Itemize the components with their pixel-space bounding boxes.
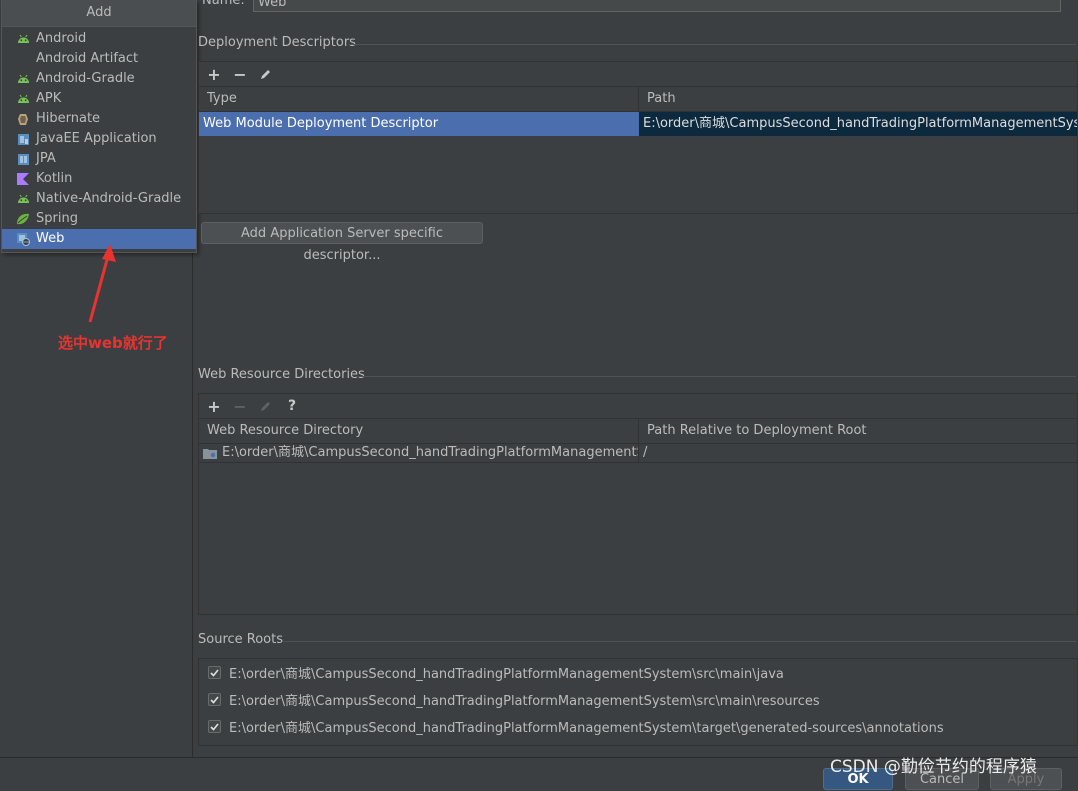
folder-icon <box>203 448 217 459</box>
source-root-item[interactable]: E:\order\商城\CampusSecond_handTradingPlat… <box>199 713 1077 740</box>
section-title-source-roots: Source Roots <box>198 632 284 647</box>
checkbox-checked-icon[interactable] <box>208 693 221 706</box>
source-root-path: E:\order\商城\CampusSecond_handTradingPlat… <box>229 667 784 682</box>
menu-item-hibernate[interactable]: Hibernate <box>2 109 196 129</box>
web-resource-table-header: Web Resource Directory Path Relative to … <box>199 418 1077 444</box>
menu-item-label: Kotlin <box>36 171 73 186</box>
watermark-text: CSDN @勤俭节约的程序猿 <box>830 757 1037 777</box>
remove-icon[interactable]: − <box>231 65 249 84</box>
column-header-type[interactable]: Type <box>199 87 639 111</box>
source-root-path: E:\order\商城\CampusSecond_handTradingPlat… <box>229 694 820 709</box>
menu-item-label: Web <box>36 231 65 246</box>
add-icon[interactable]: + <box>205 65 223 84</box>
spring-icon <box>16 212 30 226</box>
kotlin-icon <box>16 172 30 186</box>
menu-item-label: JPA <box>36 151 56 166</box>
menu-item-android[interactable]: Android <box>2 29 196 49</box>
android-icon <box>16 72 30 86</box>
menu-item-spring[interactable]: Spring <box>2 209 196 229</box>
descriptor-path-cell: E:\order\商城\CampusSecond_handTradingPlat… <box>639 112 1077 136</box>
edit-icon[interactable] <box>257 397 275 415</box>
android-icon <box>16 192 30 206</box>
web-resource-panel: + − ? Web Resource Directory Path Relati… <box>198 393 1078 615</box>
column-header-path[interactable]: Path <box>639 87 1077 111</box>
source-root-item[interactable]: E:\order\商城\CampusSecond_handTradingPlat… <box>199 659 1077 686</box>
table-row[interactable]: Web Module Deployment Descriptor E:\orde… <box>199 112 1077 136</box>
menu-item-native-android-gradle[interactable]: Native-Android-Gradle <box>2 189 196 209</box>
menu-item-label: Native-Android-Gradle <box>36 191 182 206</box>
menu-item-javaee-application[interactable]: JavaEE Application <box>2 129 196 149</box>
name-label: Name: <box>202 0 245 8</box>
checkbox-checked-icon[interactable] <box>208 720 221 733</box>
relative-path-cell: / <box>643 445 648 460</box>
column-header-path-relative[interactable]: Path Relative to Deployment Root <box>639 419 1077 443</box>
menu-item-label: Hibernate <box>36 111 101 126</box>
web-icon <box>16 232 30 246</box>
android-icon <box>16 32 30 46</box>
section-title-web-resource-directories: Web Resource Directories <box>198 367 365 382</box>
remove-icon[interactable]: − <box>231 397 249 416</box>
help-icon[interactable]: ? <box>283 397 301 415</box>
deployment-descriptors-panel: + − Type Path Web Module Deployment Desc… <box>198 61 1078 214</box>
menu-item-label: Android <box>36 31 87 46</box>
source-roots-panel: E:\order\商城\CampusSecond_handTradingPlat… <box>198 658 1078 746</box>
add-icon[interactable]: + <box>205 397 223 416</box>
menu-item-android-gradle[interactable]: Android-Gradle <box>2 69 196 89</box>
menu-item-jpa[interactable]: JPA <box>2 149 196 169</box>
menu-item-apk[interactable]: APK <box>2 89 196 109</box>
descriptor-type-cell: Web Module Deployment Descriptor <box>199 112 639 136</box>
deployment-table-header: Type Path <box>199 86 1077 112</box>
checkbox-checked-icon[interactable] <box>208 666 221 679</box>
menu-item-label: Spring <box>36 211 78 226</box>
popup-title: Add <box>2 0 196 27</box>
source-root-path: E:\order\商城\CampusSecond_handTradingPlat… <box>229 721 944 736</box>
column-header-web-resource-directory[interactable]: Web Resource Directory <box>199 419 639 443</box>
javaee-icon <box>16 132 30 146</box>
section-divider <box>348 44 1076 45</box>
annotation-text: 选中web就行了 <box>58 334 168 352</box>
section-divider <box>356 376 1076 377</box>
android-icon <box>16 92 30 106</box>
table-row[interactable]: E:\order\商城\CampusSecond_handTradingPlat… <box>199 444 1077 463</box>
menu-item-label: JavaEE Application <box>36 131 157 146</box>
jpa-icon <box>16 152 30 166</box>
hibernate-icon <box>16 112 30 126</box>
web-resource-directory-cell: E:\order\商城\CampusSecond_handTradingPlat… <box>222 445 639 460</box>
source-root-item[interactable]: E:\order\商城\CampusSecond_handTradingPlat… <box>199 686 1077 713</box>
section-title-deployment-descriptors: Deployment Descriptors <box>198 35 356 50</box>
menu-item-label: Android Artifact <box>36 51 139 66</box>
menu-item-kotlin[interactable]: Kotlin <box>2 169 196 189</box>
deployment-toolbar: + − <box>199 62 1077 86</box>
name-input[interactable]: Web <box>253 0 1061 12</box>
edit-icon[interactable] <box>257 65 275 83</box>
menu-item-label: Android-Gradle <box>36 71 135 86</box>
add-server-descriptor-button[interactable]: Add Application Server specific descript… <box>201 222 483 263</box>
annotation-arrow <box>88 244 116 323</box>
section-divider <box>284 641 1076 642</box>
add-popup-menu: Add Android Android Artifact Android-Gra… <box>1 0 197 253</box>
menu-item-android-artifact[interactable]: Android Artifact <box>2 49 196 69</box>
web-resource-toolbar: + − ? <box>199 394 1077 418</box>
menu-item-label: APK <box>36 91 62 106</box>
